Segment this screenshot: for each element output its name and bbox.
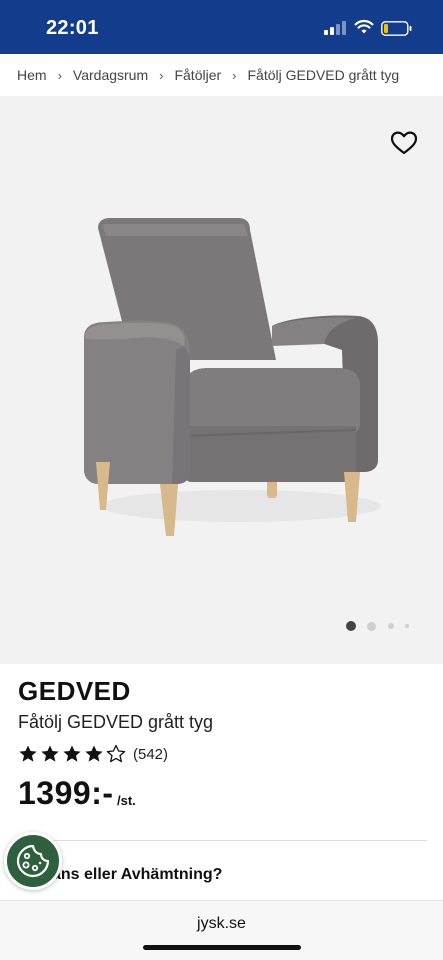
cellular-signal-icon — [324, 21, 346, 35]
breadcrumb-item-vardagsrum[interactable]: Vardagsrum — [73, 67, 148, 83]
delivery-option-heading[interactable]: Frans eller Avhämtning? — [36, 866, 222, 884]
breadcrumb-item-home[interactable]: Hem — [17, 67, 47, 83]
pagination-dot[interactable] — [405, 624, 409, 628]
home-indicator[interactable] — [143, 945, 301, 950]
url-text[interactable]: jysk.se — [0, 915, 443, 933]
status-bar: 22:01 — [0, 0, 443, 54]
pagination-dot[interactable] — [388, 623, 394, 629]
star-filled-icon — [85, 745, 103, 762]
breadcrumb-item-current[interactable]: Fåtölj GEDVED grått tyg — [248, 67, 400, 83]
product-brand: GEDVED — [18, 676, 131, 706]
pagination-dot[interactable] — [367, 621, 376, 631]
cookie-settings-button[interactable] — [4, 832, 62, 890]
breadcrumb-item-fatoljer[interactable]: Fåtöljer — [174, 67, 221, 83]
price-unit: /st. — [117, 793, 136, 808]
product-price: 1399:- — [18, 775, 114, 811]
star-filled-icon — [63, 745, 81, 762]
chevron-right-icon: › — [159, 67, 164, 83]
product-name: Fåtölj GEDVED grått tyg — [18, 712, 214, 732]
wifi-icon — [354, 19, 374, 34]
product-image — [84, 218, 381, 536]
pagination-dot-active[interactable] — [346, 621, 356, 631]
heart-outline-icon[interactable] — [390, 130, 418, 156]
section-divider — [18, 840, 427, 841]
chevron-right-icon: › — [57, 67, 62, 83]
browser-url-bar[interactable]: jysk.se — [0, 900, 443, 960]
chevron-right-icon: › — [232, 67, 237, 83]
star-outline-icon — [106, 744, 126, 763]
status-time: 22:01 — [46, 17, 99, 39]
star-filled-icon — [19, 745, 37, 762]
star-filled-icon — [41, 745, 59, 762]
rating-count: (542) — [133, 745, 169, 763]
battery-icon — [381, 21, 412, 36]
breadcrumb: Hem › Vardagsrum › Fåtöljer › Fåtölj GED… — [0, 54, 443, 96]
product-rating[interactable]: (542) — [18, 743, 168, 765]
cookie-icon — [16, 844, 50, 878]
gallery-pagination[interactable] — [343, 621, 413, 631]
